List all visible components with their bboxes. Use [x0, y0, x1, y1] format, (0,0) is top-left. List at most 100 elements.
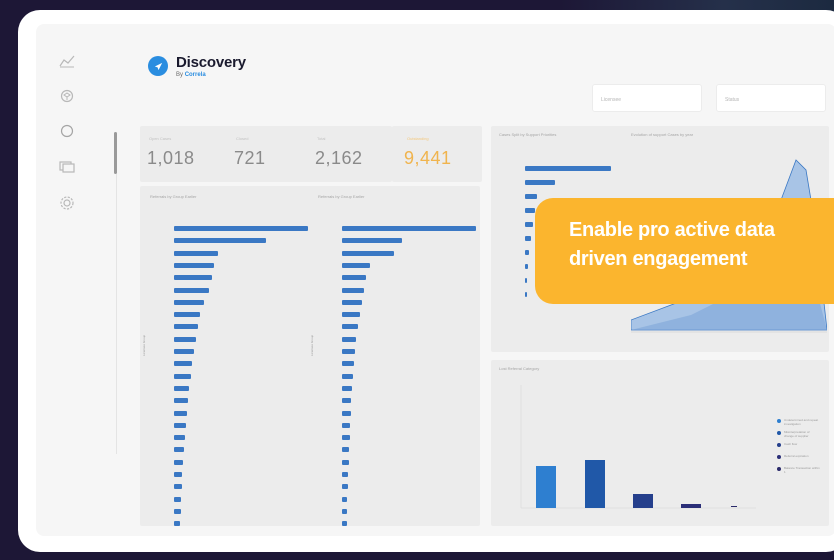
- left-axis-label: Licensee Group: [142, 334, 146, 356]
- kpi-label-outstanding: Outstanding: [407, 136, 429, 141]
- sidebar: [36, 24, 106, 536]
- bar: [342, 484, 348, 490]
- area-chart-title: Evolution of support Cases by year: [631, 132, 694, 137]
- bar: [525, 208, 535, 213]
- bar: [174, 349, 194, 354]
- bar: [174, 238, 266, 244]
- bar: [525, 292, 527, 297]
- bar: [174, 385, 189, 391]
- lost-bar-5: [731, 506, 737, 507]
- bar: [342, 226, 476, 231]
- bar: [342, 373, 353, 379]
- kpi-value-outstanding: 9,441: [404, 148, 452, 168]
- legend-item: Cash flow: [777, 442, 820, 447]
- bar: [342, 496, 347, 502]
- legend-item: Referral expiration: [777, 454, 820, 459]
- bar: [525, 166, 611, 171]
- bar: [342, 238, 402, 244]
- bar: [525, 180, 555, 185]
- bar: [174, 324, 198, 330]
- kpi-label-closed: Closed: [236, 136, 249, 141]
- bar: [342, 275, 366, 281]
- sidebar-active-indicator: [114, 132, 117, 174]
- bar: [525, 194, 537, 199]
- lost-referral-panel: Lost Referral Category Undetermined and …: [491, 360, 829, 526]
- legend-item: Balance Transaction within 1: [777, 466, 820, 474]
- bar: [174, 361, 192, 367]
- paper-plane-icon[interactable]: [148, 56, 168, 76]
- legend-label: Balance Transaction within 1: [784, 466, 820, 474]
- lost-bar-1: [536, 466, 556, 508]
- bar: [342, 447, 349, 453]
- lost-bar-4: [681, 504, 701, 508]
- bar: [342, 312, 360, 318]
- status-filter-label: Status: [725, 97, 740, 103]
- callout-banner: Enable pro active data driven engagement: [535, 198, 834, 304]
- legend-swatch: [777, 419, 781, 423]
- bar: [342, 398, 351, 404]
- priorities-title: Cases Split by Support Priorities: [499, 132, 557, 137]
- brand-title: Discovery: [176, 54, 246, 71]
- bar: [342, 508, 347, 514]
- chart-trend-icon[interactable]: [58, 52, 76, 70]
- bar: [174, 275, 212, 281]
- kpi-label-total: Total: [317, 136, 326, 141]
- legend-label: Misinterpretation of change of supplier: [784, 430, 810, 438]
- bar: [342, 361, 354, 367]
- legend-item: Undetermined and repeat investigation: [777, 418, 820, 426]
- circle-icon[interactable]: [58, 122, 76, 140]
- legend-swatch: [777, 467, 781, 471]
- device-frame: Discovery By Correla Licensee Status Ope…: [18, 10, 834, 552]
- bar: [342, 287, 364, 293]
- legend-label: Referral expiration: [784, 454, 809, 458]
- referrals-panel: Referrals by Group Earlier Referrals by …: [140, 186, 480, 527]
- bar: [174, 287, 209, 293]
- kpi-value-open: 1,018: [147, 148, 195, 168]
- bar: [174, 410, 187, 416]
- lost-referral-chart: [520, 385, 756, 509]
- status-filter[interactable]: Status: [716, 84, 826, 112]
- bar: [342, 324, 358, 330]
- licensee-filter-label: Licensee: [601, 97, 622, 103]
- mid-chart-title: Referrals by Group Earlier: [318, 194, 365, 199]
- licensee-filter[interactable]: Licensee: [592, 84, 702, 112]
- bar: [174, 447, 184, 453]
- bar: [525, 278, 527, 283]
- bar: [174, 472, 182, 477]
- bar: [174, 262, 214, 268]
- lost-referral-title: Lost Referral Category: [499, 366, 540, 371]
- legend-swatch: [777, 431, 781, 435]
- bar: [342, 435, 350, 441]
- bar: [342, 349, 355, 354]
- bar: [174, 312, 200, 318]
- bar: [174, 299, 204, 305]
- bar: [174, 459, 183, 465]
- bar: [174, 521, 180, 527]
- bar: [525, 250, 529, 255]
- cube-icon[interactable]: [58, 87, 76, 105]
- bar: [342, 422, 350, 428]
- brand-sub-prefix: By: [176, 72, 184, 78]
- legend-label: Undetermined and repeat investigation: [784, 418, 819, 426]
- bar: [525, 236, 531, 241]
- lost-bar-2: [585, 460, 605, 508]
- bar: [174, 336, 196, 342]
- folders-icon[interactable]: [58, 157, 76, 175]
- bar: [342, 459, 349, 465]
- lost-bar-3: [633, 494, 653, 508]
- legend-label: Cash flow: [784, 442, 798, 446]
- gear-icon[interactable]: [58, 194, 76, 212]
- bar: [342, 521, 347, 527]
- bar: [174, 422, 186, 428]
- legend-item: Misinterpretation of change of supplier: [777, 430, 820, 438]
- brand-sub-name: Correla: [184, 72, 206, 78]
- bar: [174, 496, 181, 502]
- bar: [342, 262, 370, 268]
- bar: [342, 299, 362, 305]
- bar: [174, 226, 308, 231]
- bar: [525, 222, 533, 227]
- bar: [342, 336, 356, 342]
- bar: [174, 508, 181, 514]
- bar: [174, 373, 191, 379]
- kpi-label-open: Open Cases: [149, 136, 172, 141]
